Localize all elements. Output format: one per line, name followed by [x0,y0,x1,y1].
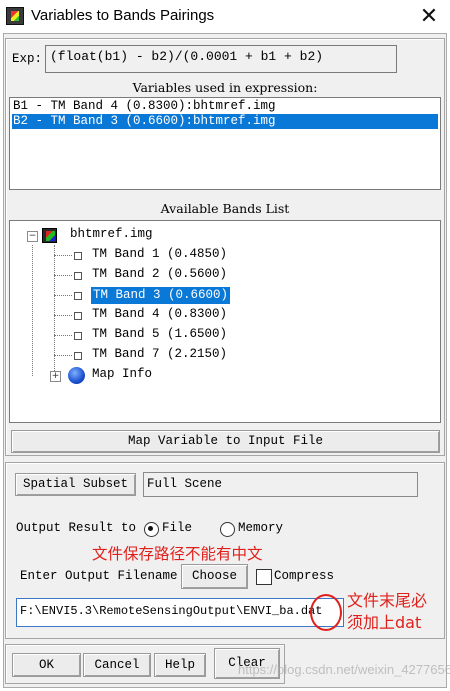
globe-icon [68,367,85,384]
band-node-icon [74,292,82,300]
band-node-icon [74,312,82,320]
file-radio[interactable] [144,522,159,537]
extension-annotation-line2: 须加上dat [347,613,422,632]
tree-file-name[interactable]: bhtmref.img [70,227,153,241]
variables-header: Variables used in expression: [132,80,318,95]
map-info-item[interactable]: Map Info [92,367,152,381]
bands-tree[interactable]: − bhtmref.img TM Band 1 (0.4850) TM Band… [9,220,441,423]
file-radio-label[interactable]: File [162,521,192,535]
expression-field[interactable]: (float(b1) - b2)/(0.0001 + b1 + b2) [45,45,397,73]
output-result-label: Output Result to [16,521,137,535]
output-filename-input[interactable]: F:\ENVI5.3\RemoteSensingOutput\ENVI_ba.d… [16,598,344,627]
band-item[interactable]: TM Band 5 (1.6500) [92,327,227,341]
band-node-icon [74,252,82,260]
memory-radio-label[interactable]: Memory [238,521,283,535]
band-node-icon [74,272,82,280]
compress-checkbox[interactable] [256,569,272,585]
band-node-icon [74,332,82,340]
band-item[interactable]: TM Band 1 (0.4850) [92,247,227,261]
expression-label: Exp: [12,52,43,66]
band-item-selected[interactable]: TM Band 3 (0.6600) [91,287,231,304]
band-item[interactable]: TM Band 7 (2.2150) [92,347,227,361]
filename-label: Enter Output Filename [20,569,178,583]
variables-list[interactable]: B1 - TM Band 4 (0.8300):bhtmref.img B2 -… [9,97,441,190]
extension-annotation-line1: 文件末尾必 [347,591,428,610]
choose-button[interactable]: Choose [181,564,248,589]
band-item[interactable]: TM Band 4 (0.8300) [92,307,227,321]
collapse-icon[interactable]: − [27,231,38,242]
band-node-icon [74,352,82,360]
band-item[interactable]: TM Band 2 (0.5600) [92,267,227,281]
title-bar: Variables to Bands Pairings ✕ [0,0,450,33]
variable-item[interactable]: B1 - TM Band 4 (0.8300):bhtmref.img [12,99,276,114]
envi-app-icon [6,7,24,25]
memory-radio[interactable] [220,522,235,537]
close-icon[interactable]: ✕ [412,3,446,29]
ok-button[interactable]: OK [12,653,81,677]
path-annotation: 文件保存路径不能有中文 [92,545,263,563]
cancel-button[interactable]: Cancel [83,653,151,677]
window-title: Variables to Bands Pairings [31,7,215,24]
compress-label[interactable]: Compress [274,569,334,583]
bands-header: Available Bands List [160,201,290,216]
extension-annotation: 文件末尾必 须加上dat [347,590,427,634]
spatial-subset-button[interactable]: Spatial Subset [15,473,136,496]
map-variable-button[interactable]: Map Variable to Input File [11,430,440,453]
expand-icon[interactable]: + [50,371,61,382]
variable-item-selected[interactable]: B2 - TM Band 3 (0.6600):bhtmref.img [12,114,438,129]
dat-highlight-circle [310,594,342,631]
watermark: https://blog.csdn.net/weixin_42776564 [238,662,450,677]
spatial-subset-field[interactable]: Full Scene [143,472,418,497]
help-button[interactable]: Help [154,653,206,677]
raster-file-icon [42,228,57,243]
